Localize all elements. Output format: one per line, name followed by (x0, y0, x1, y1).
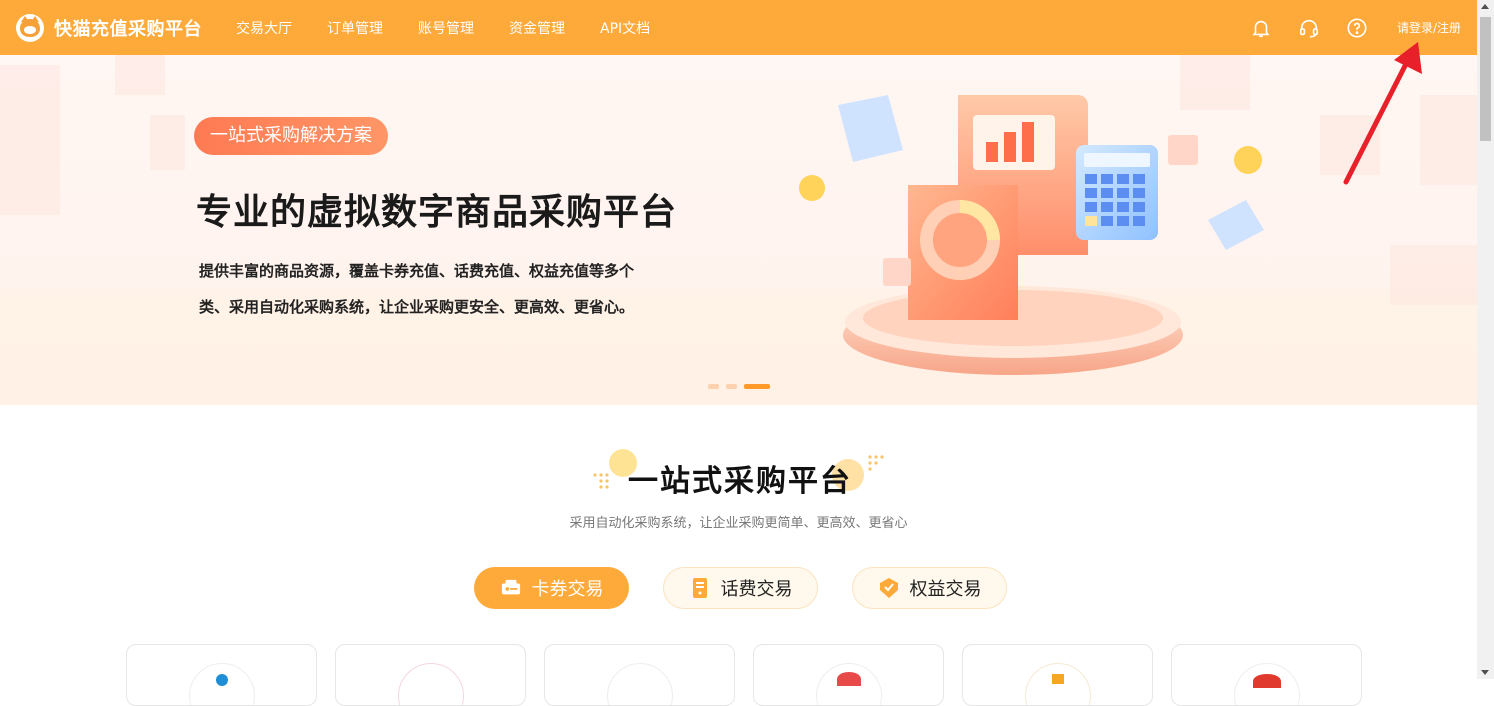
product-card[interactable] (335, 644, 526, 706)
carousel-indicators (708, 384, 777, 389)
phone-icon (689, 577, 711, 599)
help-icon[interactable] (1345, 16, 1369, 40)
main-nav: 交易大厅 订单管理 账号管理 资金管理 API文档 (236, 18, 685, 38)
product-icon-6 (1234, 663, 1300, 705)
product-card-list (126, 644, 1380, 706)
product-card[interactable] (962, 644, 1153, 706)
tab-card-voucher[interactable]: 卡券交易 (474, 567, 629, 609)
ticket-icon (500, 577, 522, 599)
banner-decoration (1320, 115, 1380, 175)
section-subtitle: 采用自动化采购系统，让企业采购更简单、更高效、更省心 (569, 516, 908, 531)
banner-decoration (1390, 245, 1477, 305)
page-scrollbar[interactable] (1477, 0, 1494, 679)
tab-phone-credit[interactable]: 话费交易 (663, 567, 818, 609)
banner-decoration (0, 65, 60, 215)
banner-desc-line: 提供丰富的商品资源，覆盖卡券充值、话费充值、权益充值等多个 (199, 262, 635, 280)
tab-label: 权益交易 (909, 579, 982, 600)
cat-logo-icon (16, 13, 44, 42)
procurement-illustration (799, 95, 1264, 375)
banner-title: 专业的虚拟数字商品采购平台 (196, 192, 678, 233)
banner-tag: 一站式采购解决方案 (194, 117, 388, 155)
product-icon-3 (607, 663, 673, 705)
brand[interactable]: 快猫充值采购平台 (16, 13, 202, 42)
scroll-down-icon[interactable] (1481, 670, 1489, 675)
scroll-thumb[interactable] (1480, 17, 1491, 141)
tab-label: 话费交易 (720, 579, 793, 600)
bell-icon[interactable] (1249, 16, 1273, 40)
product-icon-4 (816, 663, 882, 705)
scroll-up-icon[interactable] (1481, 4, 1489, 9)
banner-description: 提供丰富的商品资源，覆盖卡券充值、话费充值、权益充值等多个 类、采用自动化采购系… (199, 253, 709, 325)
banner-decoration (150, 115, 185, 170)
carousel-dot-3[interactable] (744, 384, 770, 389)
section-title: 一站式采购平台 (628, 464, 852, 499)
headset-icon[interactable] (1297, 16, 1321, 40)
brand-name: 快猫充值采购平台 (54, 18, 202, 40)
hero-banner: 一站式采购解决方案 专业的虚拟数字商品采购平台 提供丰富的商品资源，覆盖卡券充值… (0, 55, 1477, 405)
tab-membership[interactable]: 权益交易 (852, 567, 1007, 609)
section-heading: 一站式采购平台 (590, 447, 890, 499)
banner-decoration (1420, 95, 1477, 185)
nav-account-management[interactable]: 账号管理 (418, 18, 474, 38)
nav-funds-management[interactable]: 资金管理 (509, 18, 565, 38)
banner-decoration (115, 55, 165, 95)
product-card[interactable] (544, 644, 735, 706)
nav-api-docs[interactable]: API文档 (600, 18, 650, 38)
banner-desc-line: 类、采用自动化采购系统，让企业采购更安全、更高效、更省心。 (199, 298, 635, 316)
product-icon-1 (189, 663, 255, 705)
nav-right: 请登录/注册 (1225, 0, 1461, 55)
product-card[interactable] (1171, 644, 1362, 706)
top-nav: 快猫充值采购平台 交易大厅 订单管理 账号管理 资金管理 API文档 请登录/注… (0, 0, 1477, 55)
product-card[interactable] (126, 644, 317, 706)
carousel-dot-2[interactable] (726, 384, 737, 389)
nav-order-management[interactable]: 订单管理 (327, 18, 383, 38)
category-tabs: 卡券交易 话费交易 权益交易 (474, 567, 1041, 609)
tab-label: 卡券交易 (531, 579, 604, 600)
product-icon-2 (398, 663, 464, 705)
carousel-dot-1[interactable] (708, 384, 719, 389)
product-icon-5 (1025, 663, 1091, 705)
login-register-link[interactable]: 请登录/注册 (1397, 19, 1461, 36)
nav-trading-hall[interactable]: 交易大厅 (236, 18, 292, 38)
badge-icon (878, 577, 900, 599)
product-card[interactable] (753, 644, 944, 706)
